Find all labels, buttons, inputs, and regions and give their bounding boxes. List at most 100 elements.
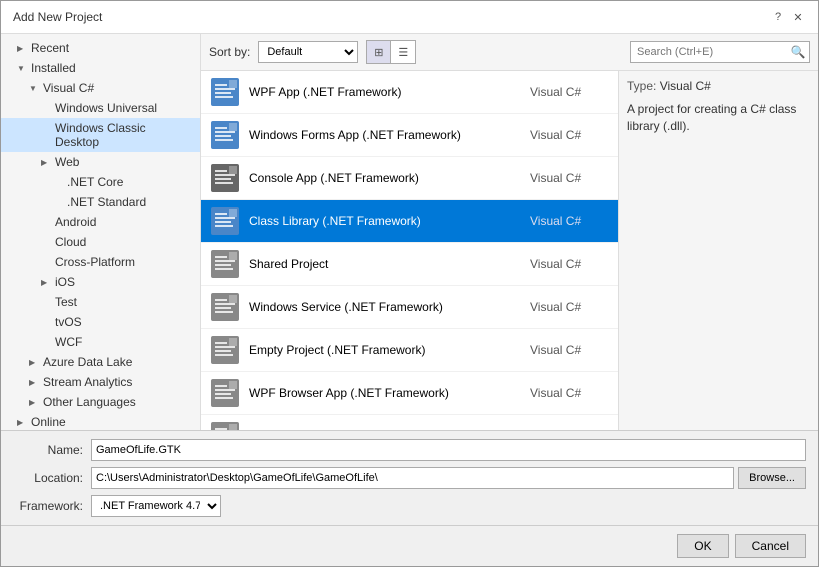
type-prefix: Type:	[627, 79, 656, 93]
arrow-icon	[17, 43, 27, 53]
project-name: WPF App (.NET Framework)	[249, 85, 530, 99]
project-icon-wpf-browser	[209, 377, 241, 409]
project-name: Class Library (.NET Framework)	[249, 214, 530, 228]
project-name: WPF Browser App (.NET Framework)	[249, 386, 530, 400]
location-row: Location: Browse...	[13, 467, 806, 489]
sidebar-label: WCF	[55, 335, 82, 349]
name-input[interactable]	[91, 439, 806, 461]
search-icon[interactable]: 🔍	[787, 41, 809, 63]
browse-button[interactable]: Browse...	[738, 467, 806, 489]
sidebar-item-azure-data-lake[interactable]: Azure Data Lake	[1, 352, 200, 372]
project-item-wpf-app[interactable]: WPF App (.NET Framework)Visual C#	[201, 71, 618, 114]
sidebar-item-cloud[interactable]: Cloud	[1, 232, 200, 252]
project-item-shared-project[interactable]: Shared ProjectVisual C#	[201, 243, 618, 286]
list-icon: ☰	[398, 46, 408, 59]
project-lang: Visual C#	[530, 171, 610, 185]
arrow-icon	[29, 357, 39, 367]
sidebar-item-web[interactable]: Web	[1, 152, 200, 172]
grid-icon: ⊞	[374, 46, 383, 59]
right-panel: Type: Visual C# A project for creating a…	[618, 71, 818, 430]
sidebar-label: iOS	[55, 275, 75, 289]
sidebar-item-wcf[interactable]: WCF	[1, 332, 200, 352]
arrow-icon	[41, 157, 51, 167]
project-name: Windows Forms App (.NET Framework)	[249, 128, 530, 142]
sort-select[interactable]: Default Name Type	[258, 41, 358, 63]
ok-button[interactable]: OK	[677, 534, 728, 558]
help-button[interactable]: ?	[770, 9, 786, 25]
sidebar-label: Windows Classic Desktop	[55, 121, 192, 149]
project-lang: Visual C#	[530, 85, 610, 99]
type-row: Type: Visual C#	[627, 79, 810, 93]
sidebar-item-net-standard[interactable]: .NET Standard	[1, 192, 200, 212]
sidebar-item-android[interactable]: Android	[1, 212, 200, 232]
form-section: Name: Location: Browse... Framework: .NE…	[1, 430, 818, 525]
sidebar-item-stream-analytics[interactable]: Stream Analytics	[1, 372, 200, 392]
dialog-title: Add New Project	[13, 10, 102, 24]
arrow-icon	[29, 377, 39, 387]
framework-row: Framework: .NET Framework 4.7.1 .NET Fra…	[13, 495, 806, 517]
sidebar-item-windows-universal[interactable]: Windows Universal	[1, 98, 200, 118]
sidebar-label: Cross-Platform	[55, 255, 135, 269]
search-input[interactable]	[631, 46, 787, 58]
framework-select[interactable]: .NET Framework 4.7.1 .NET Framework 4.7 …	[91, 495, 221, 517]
project-icon-wpf-custom	[209, 420, 241, 430]
sort-label: Sort by:	[209, 45, 250, 59]
project-item-console-app[interactable]: Console App (.NET Framework)Visual C#	[201, 157, 618, 200]
sidebar-item-windows-classic-desktop[interactable]: Windows Classic Desktop	[1, 118, 200, 152]
framework-label: Framework:	[13, 499, 83, 513]
sidebar-label: Other Languages	[43, 395, 136, 409]
sidebar-label: Test	[55, 295, 77, 309]
location-label: Location:	[13, 471, 83, 485]
sidebar-label: Visual C#	[43, 81, 94, 95]
view-toggle: ⊞ ☰	[366, 40, 416, 64]
sidebar-item-recent[interactable]: Recent	[1, 38, 200, 58]
location-field-group: Browse...	[91, 467, 806, 489]
sidebar-item-net-core[interactable]: .NET Core	[1, 172, 200, 192]
sidebar-item-tvos[interactable]: tvOS	[1, 312, 200, 332]
sidebar-label: Web	[55, 155, 79, 169]
project-item-winforms-app[interactable]: Windows Forms App (.NET Framework)Visual…	[201, 114, 618, 157]
sidebar-label: .NET Core	[67, 175, 123, 189]
list-view-button[interactable]: ☰	[391, 41, 415, 63]
project-icon-console-app	[209, 162, 241, 194]
project-item-wpf-custom[interactable]: WPF Custom Control Library (.NET Framewo…	[201, 415, 618, 430]
name-row: Name:	[13, 439, 806, 461]
sidebar-item-test[interactable]: Test	[1, 292, 200, 312]
project-name: Shared Project	[249, 257, 530, 271]
project-icon-windows-service	[209, 291, 241, 323]
project-list: WPF App (.NET Framework)Visual C# Window…	[201, 71, 618, 430]
project-item-class-library[interactable]: Class Library (.NET Framework)Visual C#	[201, 200, 618, 243]
arrow-icon	[17, 63, 27, 73]
main-content: Sort by: Default Name Type ⊞ ☰ 🔍	[201, 34, 818, 430]
arrow-icon	[29, 397, 39, 407]
project-lang: Visual C#	[530, 343, 610, 357]
grid-view-button[interactable]: ⊞	[367, 41, 391, 63]
sidebar-label: Azure Data Lake	[43, 355, 132, 369]
location-input[interactable]	[91, 467, 734, 489]
dialog-body: Recent Installed Visual C# Windows Unive…	[1, 34, 818, 430]
sidebar-label: Windows Universal	[55, 101, 157, 115]
type-value: Visual C#	[660, 79, 711, 93]
cancel-button[interactable]: Cancel	[735, 534, 806, 558]
sidebar-item-installed[interactable]: Installed	[1, 58, 200, 78]
project-item-empty-project[interactable]: Empty Project (.NET Framework)Visual C#	[201, 329, 618, 372]
close-button[interactable]: ✕	[790, 9, 806, 25]
project-lang: Visual C#	[530, 386, 610, 400]
sidebar-item-ios[interactable]: iOS	[1, 272, 200, 292]
sidebar-item-other-languages[interactable]: Other Languages	[1, 392, 200, 412]
sidebar-label: .NET Standard	[67, 195, 146, 209]
project-lang: Visual C#	[530, 128, 610, 142]
sidebar-item-online[interactable]: Online	[1, 412, 200, 430]
title-bar: Add New Project ? ✕	[1, 1, 818, 34]
name-label: Name:	[13, 443, 83, 457]
project-item-windows-service[interactable]: Windows Service (.NET Framework)Visual C…	[201, 286, 618, 329]
sidebar-item-visual-csharp[interactable]: Visual C#	[1, 78, 200, 98]
project-name: Windows Service (.NET Framework)	[249, 300, 530, 314]
sidebar-label: Stream Analytics	[43, 375, 132, 389]
sidebar-label: tvOS	[55, 315, 82, 329]
sidebar-item-cross-platform[interactable]: Cross-Platform	[1, 252, 200, 272]
project-icon-shared-project	[209, 248, 241, 280]
sidebar-label: Online	[31, 415, 66, 429]
search-box: 🔍	[630, 41, 810, 63]
project-item-wpf-browser[interactable]: WPF Browser App (.NET Framework)Visual C…	[201, 372, 618, 415]
